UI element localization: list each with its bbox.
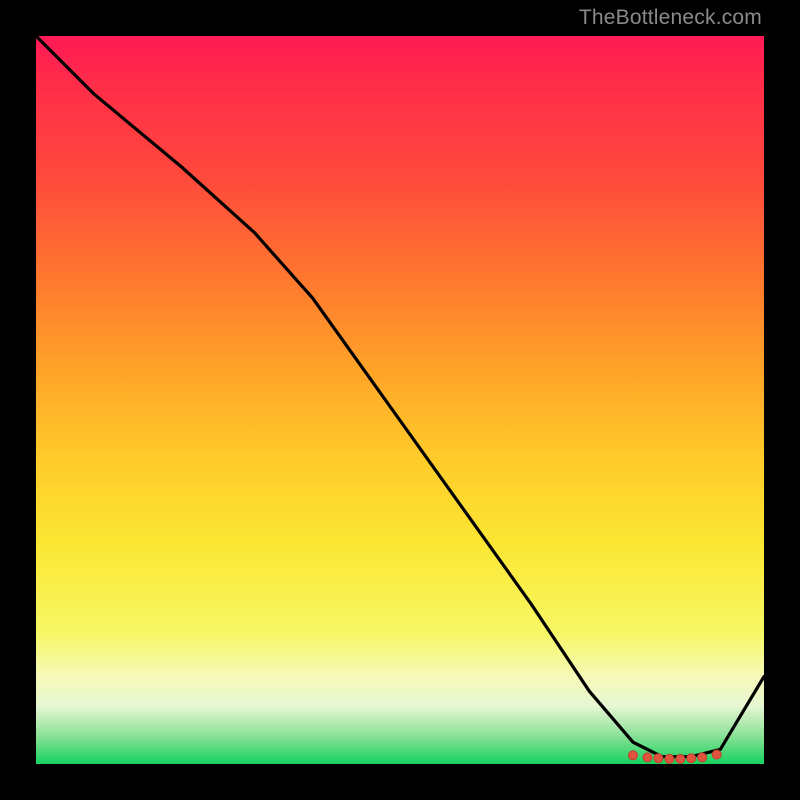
optimal-marker xyxy=(629,751,638,760)
optimal-marker xyxy=(665,754,674,763)
marker-layer xyxy=(36,36,764,764)
plot-area xyxy=(36,36,764,764)
optimal-marker xyxy=(654,754,663,763)
optimal-marker xyxy=(687,754,696,763)
optimal-marker xyxy=(676,754,685,763)
watermark-text: TheBottleneck.com xyxy=(579,6,762,30)
chart-frame: TheBottleneck.com xyxy=(0,0,800,800)
optimal-marker xyxy=(643,753,652,762)
optimal-marker xyxy=(698,753,707,762)
optimal-marker xyxy=(712,750,721,759)
